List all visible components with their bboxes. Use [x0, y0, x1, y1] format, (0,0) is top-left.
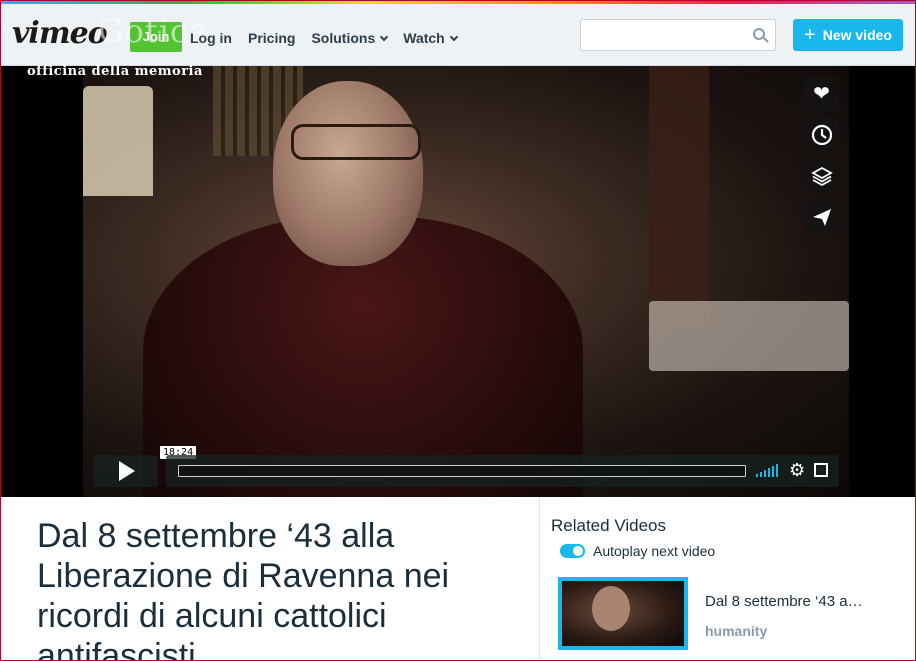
- send-icon[interactable]: [804, 199, 839, 234]
- gear-icon[interactable]: ⚙: [789, 461, 805, 479]
- video-frame[interactable]: [83, 66, 849, 497]
- related-videos-panel: Related Videos Autoplay next video Dal 8…: [540, 497, 916, 661]
- nav-solutions[interactable]: Solutions: [311, 30, 389, 46]
- layers-icon[interactable]: [804, 158, 839, 193]
- related-video-thumbnail[interactable]: [558, 577, 688, 650]
- autoplay-toggle[interactable]: [560, 544, 585, 558]
- nav-pricing[interactable]: Pricing: [248, 30, 295, 46]
- autoplay-label: Autoplay next video: [593, 543, 716, 559]
- fullscreen-icon[interactable]: [814, 463, 828, 477]
- search-input[interactable]: [580, 19, 776, 51]
- control-bar: ⚙: [166, 455, 839, 487]
- nav-watch[interactable]: Watch: [403, 30, 458, 46]
- vimeo-logo[interactable]: vimeo: [12, 16, 108, 51]
- top-navigation-bar: vimeo Join Gotica Log in Pricing Solutio…: [0, 4, 916, 66]
- scene-person-head: [273, 81, 423, 266]
- play-icon: [118, 461, 135, 481]
- scene-glasses: [291, 124, 421, 160]
- search-icon[interactable]: [753, 28, 765, 40]
- scene-curtain: [649, 66, 709, 326]
- video-title: Dal 8 settembre ‘43 alla Liberazione di …: [37, 517, 450, 661]
- related-video-author[interactable]: humanity: [705, 623, 767, 639]
- chevron-down-icon: [380, 32, 389, 41]
- clock-icon[interactable]: [804, 117, 839, 152]
- plus-icon: +: [804, 24, 816, 46]
- scene-table: [649, 301, 849, 371]
- chevron-down-icon: [449, 32, 458, 41]
- scene-lamp: [83, 86, 153, 196]
- player-controls: ⚙: [93, 455, 839, 487]
- progress-bar[interactable]: [178, 465, 746, 477]
- main-nav: Log in Pricing Solutions Watch: [190, 30, 458, 46]
- volume-icon[interactable]: [756, 463, 778, 477]
- related-heading: Related Videos: [551, 516, 666, 535]
- player-side-actions: ❤: [804, 76, 839, 234]
- new-video-button[interactable]: + New video: [793, 19, 903, 51]
- autoplay-row: Autoplay next video: [560, 543, 715, 559]
- play-button[interactable]: [93, 455, 158, 487]
- thumbnail-person: [592, 586, 630, 631]
- video-overlay-text: officina della memoria: [27, 64, 203, 79]
- nav-login[interactable]: Log in: [190, 30, 232, 46]
- video-player[interactable]: officina della memoria ❤ 18:24 ⚙: [0, 64, 916, 497]
- heart-icon[interactable]: ❤: [804, 76, 839, 111]
- related-video-title[interactable]: Dal 8 settembre ‘43 alla Liberazione di …: [705, 593, 865, 610]
